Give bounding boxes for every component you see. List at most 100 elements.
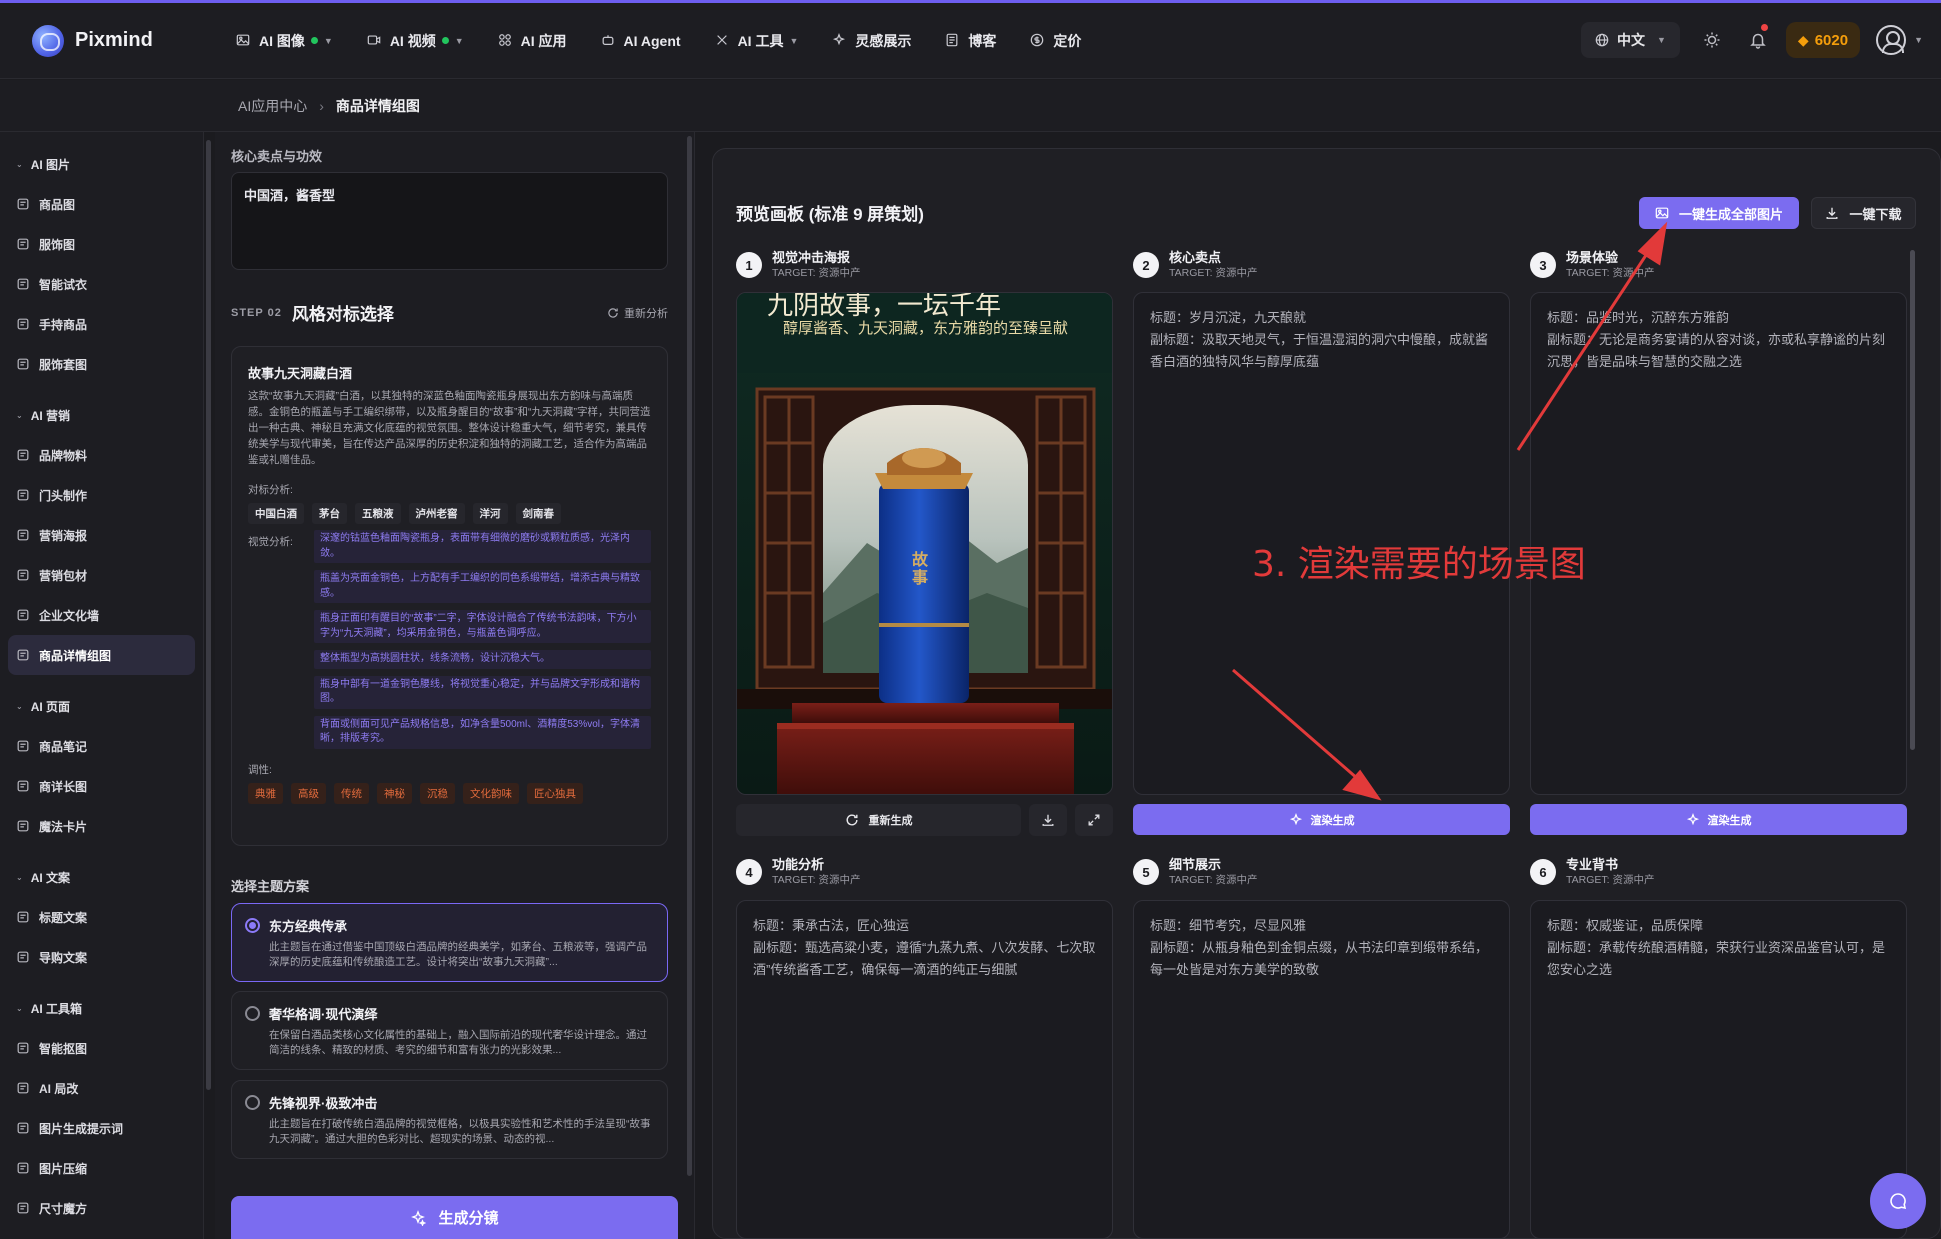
radio-button[interactable] (245, 1006, 260, 1021)
notifications-button[interactable] (1740, 22, 1776, 58)
sidebar-group-label: AI 页面 (30, 699, 71, 714)
card-subhead: 副标题：甄选高粱小麦，遵循“九蒸九煮、八次发酵、七次取酒”传统酱香工艺，确保每一… (753, 940, 1096, 977)
nav-item-label: AI 应用 (520, 32, 567, 49)
credits-value: 6020 (1814, 31, 1849, 49)
user-avatar[interactable] (1876, 25, 1907, 55)
competitors-label: 对标分析: (248, 484, 293, 496)
chevron-down-icon: ⌄ (16, 410, 23, 420)
nav-item-2[interactable]: AI 应用 (498, 31, 567, 51)
sidebar-item[interactable]: 品牌物料 (8, 435, 195, 475)
card-header: 2 核心卖点 TARGET: 资源中产 (1133, 250, 1257, 280)
radio-button[interactable] (245, 918, 260, 933)
nav-item-6[interactable]: 博客 (945, 31, 996, 51)
sidebar-item[interactable]: 魔法卡片 (8, 806, 195, 846)
bottle-label: 故事 (912, 550, 929, 587)
chevron-down-icon: ▼ (1657, 35, 1666, 45)
sidebar-item-label: 商品笔记 (39, 739, 88, 754)
sparkle-icon (1289, 812, 1303, 827)
download-image-button[interactable] (1029, 804, 1067, 836)
core-selling-points-input[interactable]: 中国酒，酱香型 (231, 172, 668, 270)
visual-analysis-item: 瓶身中部有一道金铜色腰线，将视觉重心稳定，并与品牌文字形成和谐构图。 (314, 675, 651, 709)
sidebar-item[interactable]: 营销海报 (8, 515, 195, 555)
sidebar-item[interactable]: 商详长图 (8, 766, 195, 806)
breadcrumb: AI应用中心 › 商品详情组图 (238, 96, 420, 116)
sidebar-item-label: 门头制作 (39, 488, 88, 503)
nav-item-5[interactable]: 灵感展示 (832, 31, 911, 51)
sidebar-item[interactable]: 手持商品 (8, 304, 195, 344)
brand-logo[interactable]: Pixmind (32, 24, 186, 57)
card-target: TARGET: 资源中产 (1566, 874, 1655, 886)
sidebar-item[interactable]: 营销包材 (8, 555, 195, 595)
radio-button[interactable] (245, 1095, 260, 1110)
competitor-tag: 剑南春 (515, 503, 561, 524)
sidebar-item[interactable]: 服饰套图 (8, 344, 195, 384)
theme-option[interactable]: 东方经典传承 此主题旨在通过借鉴中国顶级白酒品牌的经典美学，如茅台、五粮液等，强… (231, 903, 668, 982)
nav-item-1[interactable]: AI 视频 ▼ (367, 31, 464, 51)
render-button[interactable]: 渲染生成 (1530, 804, 1907, 835)
sidebar-item[interactable]: 商品详情组图 (8, 635, 195, 675)
download-all-button[interactable]: 一键下载 (1811, 197, 1916, 229)
sidebar-group[interactable]: ⌄ AI 营销 (0, 395, 203, 435)
sidebar-item[interactable]: 服饰图 (8, 224, 195, 264)
annotation-text: 3. 渲染需要的场景图 (1252, 544, 1586, 585)
top-navbar: Pixmind AI 图像 ▼ AI 视频 ▼ AI 应用 AI Agent AI 工具 ▼ 灵… (0, 3, 1941, 79)
theme-toggle-button[interactable] (1694, 22, 1730, 58)
nav-item-0[interactable]: AI 图像 ▼ (236, 31, 333, 51)
preview-scrollbar[interactable] (1910, 250, 1915, 750)
tone-label: 调性: (248, 763, 272, 776)
theme-option[interactable]: 奢华格调·现代演绎 在保留白酒品类核心文化属性的基础上，融入国际前沿的现代奢华设… (231, 991, 668, 1070)
chevron-down-icon[interactable]: ▼ (1914, 35, 1923, 45)
credits-badge[interactable]: ◆ 6020 (1785, 22, 1861, 58)
theme-option[interactable]: 先锋视界·极致冲击 此主题旨在打破传统白酒品牌的视觉框格，以极具实验性和艺术性的… (231, 1080, 668, 1159)
magic-icon (16, 819, 30, 833)
card-target: TARGET: 资源中产 (772, 874, 861, 886)
breadcrumb-parent[interactable]: AI应用中心 (238, 96, 307, 116)
expand-image-button[interactable] (1075, 804, 1113, 836)
sidebar-item-label: 魔法卡片 (39, 819, 88, 834)
grid-icon (16, 357, 30, 371)
generate-all-images-button[interactable]: 一键生成全部图片 (1639, 197, 1799, 229)
sidebar-group[interactable]: ⌄ AI 图片 (0, 144, 203, 184)
sidebar-group[interactable]: ⌄ AI 页面 (0, 686, 203, 726)
sidebar-item[interactable]: 图片生成提示词 (8, 1108, 195, 1148)
chevron-down-icon: ▼ (454, 35, 464, 46)
sidebar-item[interactable]: 商品笔记 (8, 726, 195, 766)
sidebar-item[interactable]: 智能抠图 (8, 1028, 195, 1068)
card-content: 标题：权威鉴证，品质保障 副标题：承载传统酿酒精髓，荣获行业资深品鉴官认可，是您… (1530, 900, 1907, 1239)
theme-description: 在保留白酒品类核心文化属性的基础上，融入国际前沿的现代奢华设计理念。通过简洁的线… (269, 1029, 647, 1056)
notification-dot (1760, 24, 1768, 31)
sidebar-item[interactable]: 智能试衣 (8, 264, 195, 304)
sidebar-item[interactable]: 尺寸魔方 (8, 1188, 195, 1228)
sidebar-item[interactable]: 商品图 (8, 184, 195, 224)
sidebar-item[interactable]: 导购文案 (8, 937, 195, 977)
sidebar-item[interactable]: 门头制作 (8, 475, 195, 515)
card-headline: 标题：秉承古法，匠心独运 (753, 918, 910, 933)
regenerate-button[interactable]: 重新生成 (736, 804, 1021, 836)
render-label: 渲染生成 (1707, 814, 1752, 827)
sidebar-item[interactable]: 企业文化墙 (8, 595, 195, 635)
nav-item-7[interactable]: 定价 (1030, 31, 1081, 51)
card-subhead: 副标题：承载传统酿酒精髓，荣获行业资深品鉴官认可，是您安心之选 (1547, 940, 1886, 977)
language-selector[interactable]: 中文 ▼ (1581, 22, 1680, 58)
sidebar-item-label: 智能抠图 (39, 1041, 88, 1056)
tone-tag: 文化韵味 (463, 782, 519, 804)
poster-image[interactable]: 九阴故事，一坛千年 醇厚酱香、九天洞藏，东方雅韵的至臻呈献 故事 (736, 292, 1113, 795)
sidebar-item[interactable]: 标题文案 (8, 897, 195, 937)
chat-support-button[interactable] (1870, 1173, 1926, 1229)
sidebar-group[interactable]: ⌄ AI 文案 (0, 857, 203, 897)
sidebar-group[interactable]: ⌄ AI 工具箱 (0, 988, 203, 1028)
render-button[interactable]: 渲染生成 (1133, 804, 1510, 835)
config-panel-scrollbar[interactable] (687, 136, 692, 1176)
sidebar-item[interactable]: 图片压缩 (8, 1148, 195, 1188)
sidebar-item[interactable]: AI 局改 (8, 1068, 195, 1108)
sparkle-icon (1686, 812, 1700, 827)
nav-item-3[interactable]: AI Agent (601, 33, 681, 49)
language-label: 中文 (1617, 32, 1645, 48)
note-icon (16, 739, 30, 753)
nav-item-4[interactable]: AI 工具 ▼ (715, 31, 798, 51)
tone-tag: 典雅 (248, 782, 283, 804)
reanalyze-button[interactable]: 重新分析 (607, 305, 668, 321)
generate-storyboard-button[interactable]: 生成分镜 (231, 1196, 678, 1239)
visual-analysis-item: 深邃的钴蓝色釉面陶瓷瓶身，表面带有细微的磨砂或颗粒质感，光泽内敛。 (314, 530, 651, 563)
sidebar-scrollbar[interactable] (206, 140, 211, 1090)
